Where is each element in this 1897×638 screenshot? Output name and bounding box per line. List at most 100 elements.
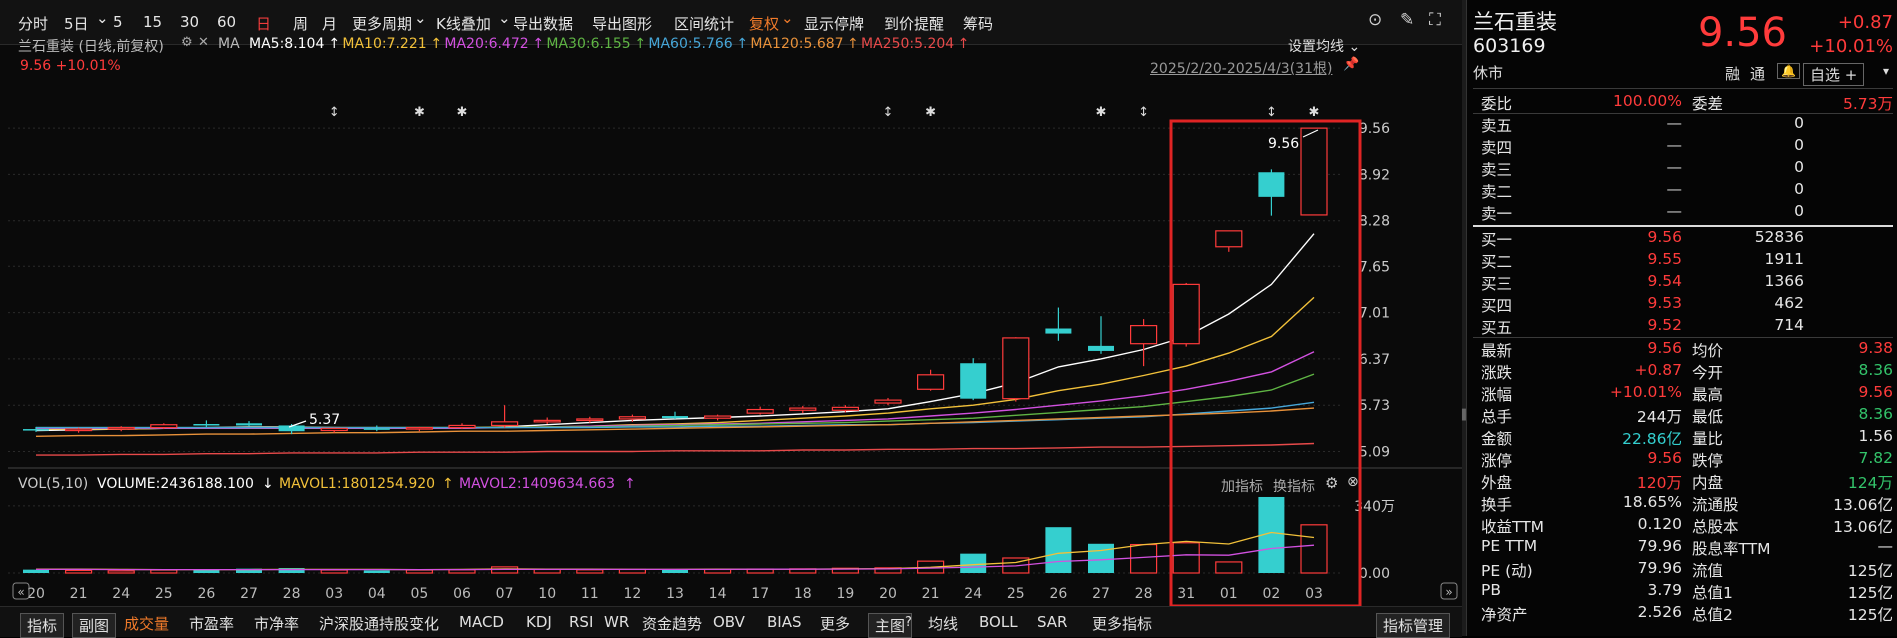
candle-body: [448, 424, 476, 429]
stat-value: 8.36: [1858, 361, 1893, 379]
weibi-value: 100.00%: [1613, 92, 1682, 110]
stat-label: 总股本: [1692, 518, 1739, 536]
y-tick-label: 5.73: [1359, 398, 1390, 414]
divider: [1473, 337, 1893, 338]
help-icon[interactable]: ?: [905, 615, 912, 630]
add-indicator-link[interactable]: 加指标: [1221, 476, 1263, 496]
stat-value: 79.96: [1637, 559, 1682, 577]
stat-value: 120万: [1636, 474, 1682, 492]
x-tick-label: 19: [836, 586, 854, 602]
stat-value: 124万: [1847, 474, 1893, 492]
volume-bar: [1172, 542, 1200, 574]
ask-volume: 0: [1794, 202, 1804, 220]
weibi-label: 委比: [1481, 95, 1513, 113]
stat-label: 内盘: [1692, 474, 1724, 492]
indicator-tab-17[interactable]: SAR: [1037, 613, 1067, 631]
indicator-tab-6[interactable]: MACD: [459, 613, 504, 631]
indicator-tab-11[interactable]: OBV: [713, 613, 745, 631]
stat-label: 涨跌: [1481, 364, 1513, 382]
stock-code: 603169: [1473, 35, 1546, 57]
stat-value: 9.56: [1858, 383, 1893, 401]
stat-label: 涨停: [1481, 452, 1513, 470]
indicator-tab-4[interactable]: 市净率: [254, 613, 299, 634]
indicator-tab-13[interactable]: 更多: [820, 613, 850, 634]
ask-price: —: [1666, 202, 1683, 220]
kline-chart[interactable]: 9.568.928.287.657.016.375.735.09340万0.00…: [0, 0, 1462, 606]
indicator-tab-12[interactable]: BIAS: [767, 613, 802, 631]
event-marker-icon: ✱: [1309, 105, 1320, 120]
indicator-tab-7[interactable]: KDJ: [526, 613, 552, 631]
candle-body: [1045, 328, 1072, 334]
bid-level-label: 买二: [1481, 253, 1513, 271]
price-change-pct: +10.01%: [1809, 36, 1893, 57]
volume-bar: [1215, 561, 1243, 574]
event-marker-icon: ↕: [1266, 105, 1277, 120]
gear-icon[interactable]: ⚙: [1325, 474, 1338, 492]
indicator-manage-button[interactable]: 指标管理: [1376, 613, 1451, 638]
low-price-label: 5.37: [309, 412, 340, 428]
bid-price: 9.53: [1647, 294, 1682, 312]
bid-volume: 714: [1774, 316, 1804, 334]
event-marker-icon: ✱: [414, 105, 425, 120]
x-tick-label: 28: [1135, 586, 1153, 602]
ask-volume: 0: [1794, 136, 1804, 154]
volume-bar: [23, 569, 49, 573]
ask-level-label: 卖三: [1481, 161, 1513, 179]
indicator-tab-0[interactable]: 指标: [20, 613, 65, 638]
bell-icon[interactable]: 🔔: [1777, 63, 1800, 79]
stat-label: 今开: [1692, 364, 1724, 382]
candle-body: [831, 406, 860, 411]
bid-level-label: 买三: [1481, 275, 1513, 293]
ask-level-label: 卖五: [1481, 117, 1513, 135]
stat-value: 22.86亿: [1622, 430, 1682, 448]
x-tick-label: 11: [581, 586, 599, 602]
candle-body: [662, 416, 688, 419]
candle-body: [576, 418, 604, 422]
indicator-tab-16[interactable]: BOLL: [979, 613, 1018, 631]
close-indicator-icon[interactable]: ⊗: [1347, 474, 1359, 490]
y-tick-label: 5.09: [1359, 444, 1390, 460]
stat-label: 均价: [1692, 342, 1724, 360]
candle-body: [916, 374, 945, 390]
ask-level-label: 卖四: [1481, 139, 1513, 157]
indicator-tab-3[interactable]: 市盈率: [189, 613, 234, 634]
volume-bar: [363, 570, 390, 573]
mavol2-line: [36, 544, 1315, 571]
stat-value: 125亿: [1847, 562, 1893, 580]
x-tick-label: 31: [1177, 586, 1195, 602]
watchlist-button[interactable]: 自选 +: [1803, 63, 1865, 86]
candle-body: [1172, 283, 1200, 345]
stat-value: 13.06亿: [1833, 518, 1893, 536]
event-marker-icon: ↕: [329, 105, 340, 120]
stat-label: 最新: [1481, 342, 1513, 360]
ask-price: —: [1666, 136, 1683, 154]
indicator-tab-2[interactable]: 成交量: [124, 613, 169, 634]
indicator-tab-10[interactable]: 资金趋势: [642, 613, 702, 634]
event-marker-icon: ✱: [1096, 105, 1107, 120]
swap-indicator-link[interactable]: 换指标: [1273, 476, 1315, 496]
candle-body: [618, 416, 647, 420]
ma-line-ma250: [36, 442, 1315, 456]
x-tick-label: 03: [325, 586, 343, 602]
candle-body: [23, 429, 49, 431]
indicator-tab-1[interactable]: 副图: [72, 613, 117, 638]
x-tick-label: 25: [1007, 586, 1025, 602]
indicator-tab-8[interactable]: RSI: [569, 613, 593, 631]
watchlist-dropdown-icon[interactable]: ▾: [1883, 64, 1889, 78]
x-tick-label: 03: [1305, 586, 1323, 602]
x-tick-label: 25: [155, 586, 173, 602]
indicator-tab-15[interactable]: 均线: [928, 613, 958, 634]
stat-label: PE (动): [1481, 562, 1533, 580]
bid-volume: 1911: [1764, 250, 1804, 268]
indicator-tab-9[interactable]: WR: [604, 613, 629, 631]
indicator-tab-5[interactable]: 沪深股通持股变化: [319, 613, 439, 634]
mavol2-arrow-icon: ↑: [624, 476, 636, 492]
event-marker-icon: ↕: [883, 105, 894, 120]
bid-level-label: 买五: [1481, 319, 1513, 337]
stat-value: 18.65%: [1622, 493, 1682, 511]
x-tick-label: 26: [1049, 586, 1067, 602]
indicator-tab-18[interactable]: 更多指标: [1092, 613, 1152, 634]
vol-value: VOLUME:2436188.100: [97, 476, 254, 492]
stat-value: 7.82: [1858, 449, 1893, 467]
stat-label: 外盘: [1481, 474, 1513, 492]
